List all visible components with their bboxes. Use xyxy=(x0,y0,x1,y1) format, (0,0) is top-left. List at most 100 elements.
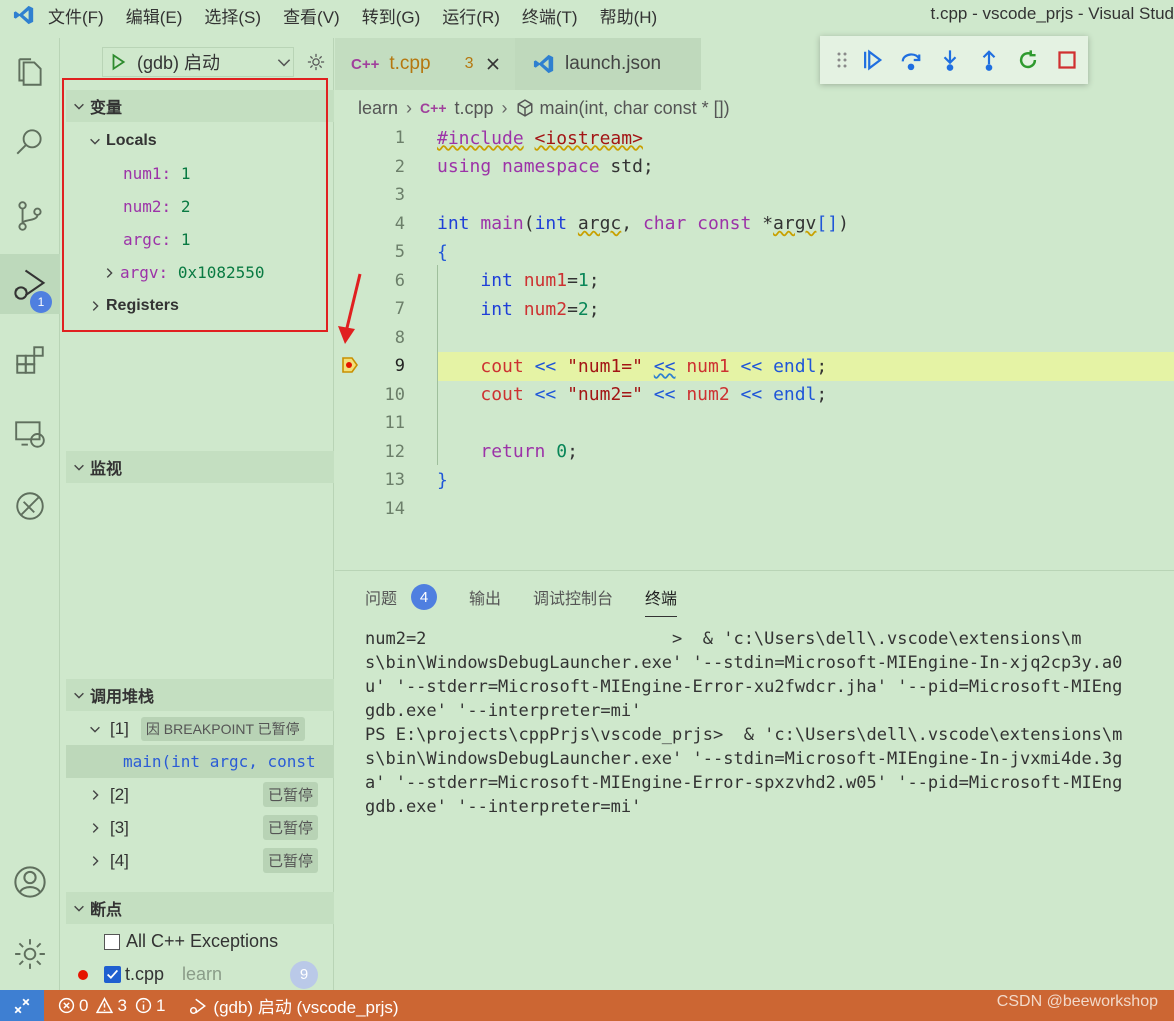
testing-button[interactable] xyxy=(0,476,60,536)
breakpoint-dot-icon xyxy=(78,969,88,980)
terminal-output[interactable]: num2=2 > & 'c:\Users\dell\.vscode\extens… xyxy=(365,627,1174,819)
thread-row[interactable]: [2] 已暂停 xyxy=(66,778,334,811)
exceptions-breakpoint-row[interactable]: All C++ Exceptions xyxy=(66,925,334,958)
tab-output-label: 输出 xyxy=(469,591,502,608)
error-icon xyxy=(58,997,75,1014)
exceptions-label: All C++ Exceptions xyxy=(126,931,279,951)
tab-launch-json[interactable]: launch.json xyxy=(515,38,701,90)
menu-help[interactable]: 帮助(H) xyxy=(600,3,658,28)
code-text: int main(int argc, char const *argv[]) xyxy=(437,213,849,235)
tab-label: t.cpp xyxy=(389,53,431,74)
code-line: 1 #include <iostream> xyxy=(335,124,1174,153)
stop-icon xyxy=(1057,51,1076,69)
account-icon xyxy=(14,866,46,898)
thread-row[interactable]: [4] 已暂停 xyxy=(66,844,334,877)
search-button[interactable] xyxy=(0,112,60,172)
debug-config-select[interactable]: (gdb) 启动 xyxy=(102,47,294,77)
callstack-section-header[interactable]: 调用堆栈 xyxy=(66,679,334,711)
vscode-file-icon xyxy=(533,54,554,74)
menu-bar: 文件(F) 编辑(E) 选择(S) 查看(V) 转到(G) 运行(R) 终端(T… xyxy=(48,3,679,28)
tab-debug-console[interactable]: 调试控制台 xyxy=(533,583,613,611)
line-number: 5 xyxy=(394,242,405,263)
source-control-button[interactable] xyxy=(0,186,60,246)
restart-icon xyxy=(1019,50,1036,69)
thread-id: [2] xyxy=(110,784,129,804)
thread-status: 已暂停 xyxy=(262,848,318,873)
problems-status[interactable]: 0 3 1 xyxy=(58,996,165,1016)
watch-section-header[interactable]: 监视 xyxy=(66,451,334,483)
start-debug-icon[interactable] xyxy=(109,53,127,71)
gear-icon xyxy=(15,939,45,969)
flask-icon xyxy=(16,492,44,520)
extensions-button[interactable] xyxy=(0,330,60,390)
menu-selection[interactable]: 选择(S) xyxy=(204,3,261,28)
source-control-icon xyxy=(18,201,42,231)
step-over-button[interactable] xyxy=(891,40,930,80)
line-number: 1 xyxy=(394,128,405,149)
remote-explorer-button[interactable] xyxy=(0,404,60,464)
terminal-line: gdb.exe' '--interpreter=mi' xyxy=(365,797,642,817)
chevron-down-icon xyxy=(68,456,90,478)
menu-view[interactable]: 查看(V) xyxy=(283,3,340,28)
tab-terminal[interactable]: 终端 xyxy=(645,583,678,617)
line-number: 2 xyxy=(394,156,405,177)
run-debug-button[interactable]: 1 xyxy=(0,254,60,314)
tab-label: launch.json xyxy=(565,53,662,74)
terminal-line: PS E:\projects\cppPrjs\vscode_prjs> & 'c… xyxy=(365,725,1123,745)
stop-button[interactable] xyxy=(1047,40,1086,80)
accounts-button[interactable] xyxy=(0,852,60,912)
indent-guide xyxy=(437,265,438,465)
thread-row[interactable]: [3] 已暂停 xyxy=(66,811,334,844)
remote-button[interactable] xyxy=(0,990,44,1021)
code-text: cout << "num2=" << num2 << endl; xyxy=(480,384,828,406)
menu-file[interactable]: 文件(F) xyxy=(48,3,104,28)
manage-button[interactable] xyxy=(0,924,60,984)
explorer-button[interactable] xyxy=(0,42,60,102)
breakpoint-current-icon[interactable] xyxy=(341,356,359,374)
debug-toolbar: (gdb) 启动 xyxy=(102,46,334,78)
tab-output[interactable]: 输出 xyxy=(469,583,501,611)
continue-button[interactable] xyxy=(852,40,891,80)
chevron-right-icon: › xyxy=(406,97,413,118)
restart-button[interactable] xyxy=(1008,40,1047,80)
terminal-line: s\bin\WindowsDebugLauncher.exe' '--stdin… xyxy=(365,653,1123,673)
stack-frame-row[interactable]: main(int argc, const xyxy=(66,745,334,778)
code-line: 5 { xyxy=(335,238,1174,267)
code-line: 10 cout << "num2=" << num2 << endl; xyxy=(335,381,1174,410)
info-count: 1 xyxy=(155,995,166,1015)
menu-terminal[interactable]: 终端(T) xyxy=(522,3,578,28)
code-line: 3 xyxy=(335,181,1174,210)
thread-row[interactable]: [1] 因 BREAKPOINT 已暂停 xyxy=(66,712,334,745)
debug-session-status[interactable]: (gdb) 启动 (vscode_prjs) xyxy=(189,993,399,1018)
activity-bar: 1 xyxy=(0,38,60,990)
menu-edit[interactable]: 编辑(E) xyxy=(126,3,183,28)
menu-go[interactable]: 转到(G) xyxy=(362,3,421,28)
code-editor[interactable]: 1 #include <iostream> 2 using namespace … xyxy=(335,124,1174,564)
thread-status: 因 BREAKPOINT 已暂停 xyxy=(140,716,305,741)
drag-handle-icon[interactable] xyxy=(832,40,852,80)
debug-icon xyxy=(190,998,207,1014)
exceptions-checkbox[interactable] xyxy=(104,933,120,950)
breadcrumb-file[interactable]: t.cpp xyxy=(455,98,494,119)
gear-icon[interactable] xyxy=(306,52,326,72)
file-breakpoint-row[interactable]: t.cpp learn 9 xyxy=(66,958,334,991)
breadcrumb-symbol[interactable]: main(int, char const * []) xyxy=(540,98,730,119)
breakpoints-section-header[interactable]: 断点 xyxy=(66,892,334,924)
line-number: 12 xyxy=(384,441,405,462)
cpp-file-icon: C++ xyxy=(351,55,380,73)
step-into-button[interactable] xyxy=(930,40,969,80)
breadcrumb-folder[interactable]: learn xyxy=(358,98,398,119)
status-bar: 0 3 1 (gdb) 启动 (vscode_prjs) CSDN @beewo… xyxy=(0,990,1174,1021)
breakpoint-line-badge: 9 xyxy=(290,960,318,989)
code-line: 7 int num2=2; xyxy=(335,295,1174,324)
breakpoint-checkbox[interactable] xyxy=(104,966,121,983)
step-out-button[interactable] xyxy=(969,40,1008,80)
menu-run[interactable]: 运行(R) xyxy=(442,3,500,28)
code-text: int num1=1; xyxy=(480,270,600,292)
code-line: 14 xyxy=(335,495,1174,524)
tab-problems[interactable]: 问题 4 xyxy=(365,583,438,611)
code-text: { xyxy=(437,241,448,263)
tab-t-cpp[interactable]: C++ t.cpp 3 xyxy=(335,38,515,90)
code-line: 8 xyxy=(335,324,1174,353)
close-icon[interactable] xyxy=(485,56,501,72)
